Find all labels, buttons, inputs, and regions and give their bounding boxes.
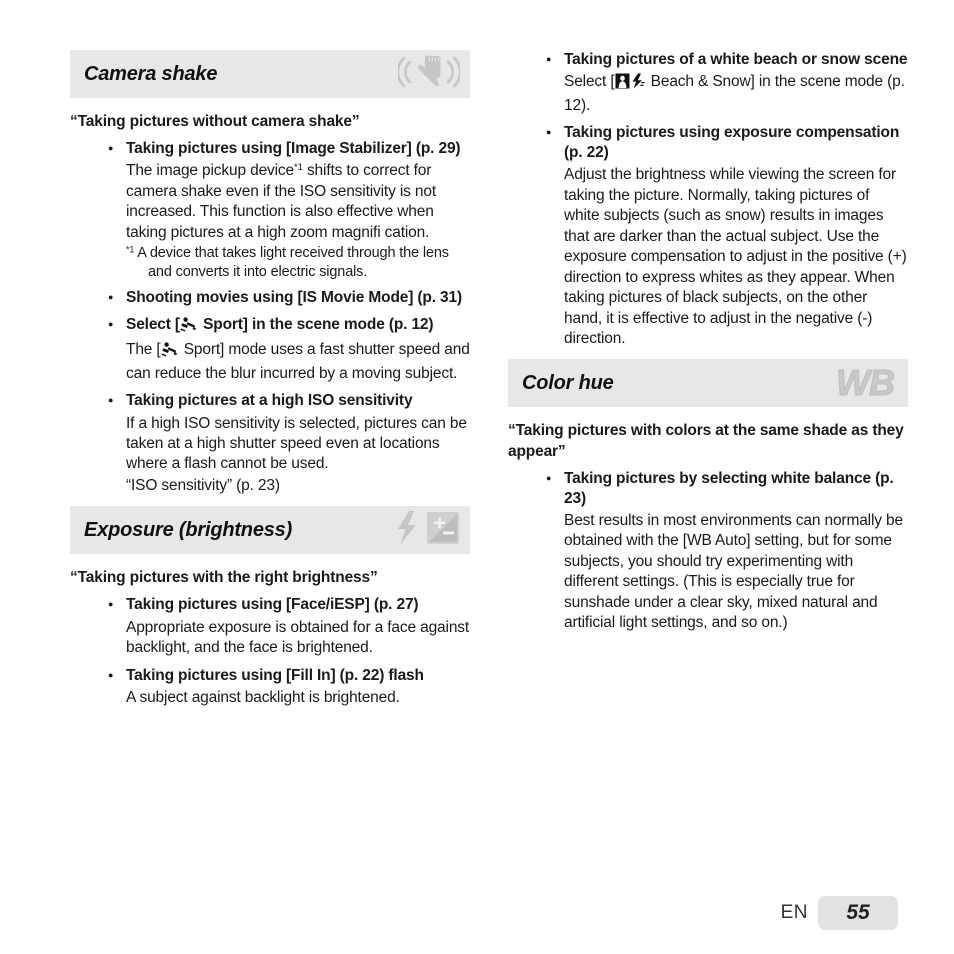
page-footer: EN 55 (781, 896, 898, 930)
body-text: The image pickup device*1 shifts to corr… (126, 161, 470, 243)
footnote-marker: *1 (126, 244, 135, 255)
camera-shake-hand-icon (396, 52, 462, 97)
page-number-badge: 55 (818, 896, 898, 930)
section-header-color-hue: Color hue WB (508, 359, 908, 408)
white-balance-wb-icon: WB (836, 362, 896, 404)
body-text-part: The [ (126, 341, 161, 359)
list-item-part: Sport] in the scene mode (p. 12) (198, 316, 434, 334)
footnote: *1 A device that takes light received th… (126, 244, 470, 281)
body-text-part: The image pickup device (126, 162, 295, 180)
section-title: Color hue (522, 371, 614, 394)
body-text-reference: “ISO sensitivity” (p. 23) (126, 476, 280, 494)
flash-bolt-icon (394, 509, 420, 552)
exposure-compensation-icon (426, 511, 460, 550)
footnote-reference: *1 (294, 162, 303, 174)
manual-page: Camera shake “Taking pictures without ca… (0, 0, 954, 954)
list-item: Taking pictures using [Face/iESP] (p. 27… (106, 594, 470, 615)
left-column: Camera shake “Taking pictures without ca… (70, 50, 470, 708)
language-label: EN (780, 902, 808, 923)
quote-heading: “Taking pictures with colors at the same… (508, 422, 904, 460)
right-column: Taking pictures of a white beach or snow… (508, 49, 908, 708)
body-text: Appropriate exposure is obtained for a f… (126, 618, 470, 657)
two-column-layout: Camera shake “Taking pictures without ca… (70, 49, 908, 708)
section-title: Exposure (brightness) (84, 518, 293, 541)
list-item: Taking pictures using [Fill In] (p. 22) … (106, 665, 470, 686)
body-text-part: Select [ (564, 73, 615, 91)
list-item: Taking pictures using [Image Stabilizer]… (106, 138, 470, 159)
list-item: Shooting movies using [IS Movie Mode] (p… (106, 287, 470, 308)
footnote-text: A device that takes light received throu… (137, 245, 449, 280)
sport-scene-icon (180, 317, 197, 338)
body-text: Adjust the brightness while viewing the … (564, 166, 907, 347)
list-item: Taking pictures using exposure compensat… (544, 122, 908, 163)
list-item: Select [ Sport] in the scene mode (p. 12… (106, 314, 470, 338)
quote-heading: “Taking pictures with the right brightne… (70, 569, 378, 587)
section-title: Camera shake (84, 62, 218, 85)
section-header-camera-shake: Camera shake (70, 50, 470, 98)
section-header-exposure: Exposure (brightness) (70, 506, 470, 555)
list-item: Taking pictures at a high ISO sensitivit… (106, 390, 470, 411)
body-text: Select [ Beach & Snow] in the scene mode… (564, 72, 908, 116)
body-text: The [ Sport] mode uses a fast shutter sp… (126, 340, 470, 384)
list-item-part: Select [ (126, 316, 180, 334)
quote-heading: “Taking pictures without camera shake” (70, 113, 360, 130)
list-item: Taking pictures by selecting white balan… (544, 468, 908, 509)
body-text: If a high ISO sensitivity is selected, p… (126, 414, 467, 473)
sport-scene-icon (160, 342, 178, 363)
list-item: Taking pictures of a white beach or snow… (544, 49, 908, 70)
beach-and-snow-scene-icon (615, 73, 645, 95)
band-icon-group (396, 52, 462, 97)
band-icon-group: WB (836, 362, 898, 404)
band-icon-group (394, 509, 460, 552)
body-text: Best results in most environments can no… (564, 511, 903, 632)
body-text: A subject against backlight is brightene… (126, 688, 400, 706)
